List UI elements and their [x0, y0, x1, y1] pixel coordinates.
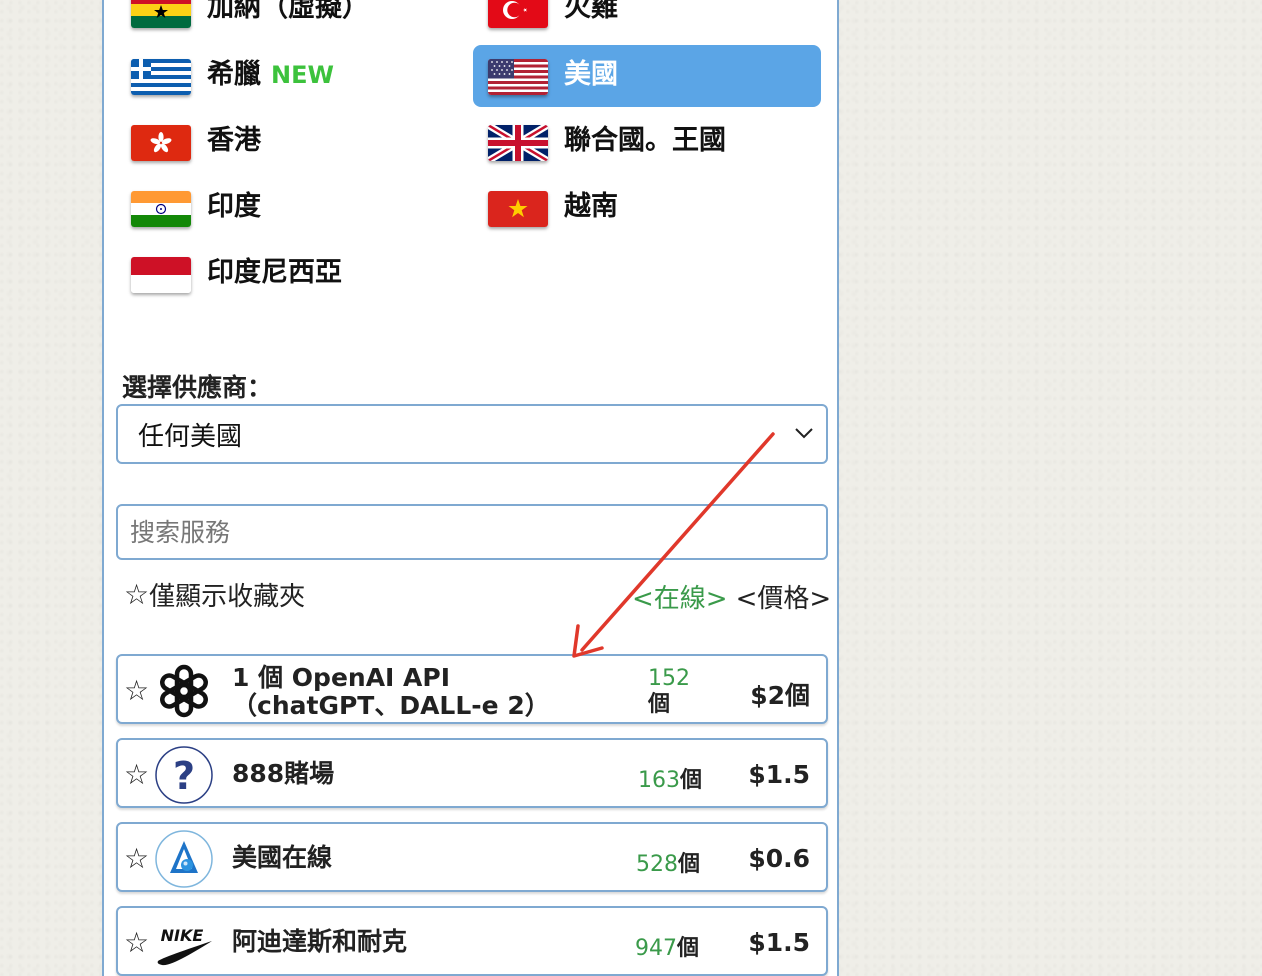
vietnam-flag-icon: [488, 191, 548, 227]
new-badge: NEW: [271, 61, 334, 89]
svg-text:?: ?: [173, 754, 195, 798]
country-label: 加納（虛擬）: [207, 0, 369, 23]
hongkong-flag-icon: [131, 125, 191, 161]
greece-flag-icon: [131, 59, 191, 95]
turkey-flag-icon: [488, 0, 548, 28]
ghana-flag-icon: [131, 0, 191, 28]
country-india[interactable]: 印度: [116, 177, 464, 239]
service-row[interactable]: ☆ NIKE 阿迪達斯和耐克 947個 $1.5: [116, 906, 828, 976]
aol-logo-icon: [154, 829, 214, 889]
service-name: 888賭場: [232, 759, 335, 788]
service-count: 163個: [638, 768, 703, 793]
country-label: 香港: [207, 125, 261, 156]
india-flag-icon: [131, 191, 191, 227]
openai-logo-icon: [154, 661, 214, 721]
country-vietnam[interactable]: 越南: [473, 177, 821, 239]
nike-logo-icon: NIKE: [154, 913, 214, 973]
service-row[interactable]: ☆ 1 個 OpenAI API（chatGPT、DALL-e 2） 152 個 …: [116, 654, 828, 724]
country-label: 火雞: [564, 0, 618, 23]
country-label: 希臘 NEW: [207, 59, 334, 90]
country-usa[interactable]: 美國: [473, 45, 821, 107]
service-price: $2個: [750, 681, 810, 710]
service-row[interactable]: ☆ ? 888賭場 163個 $1.5: [116, 738, 828, 808]
star-outline-icon: ☆: [124, 577, 150, 611]
country-indonesia[interactable]: 印度尼西亞: [116, 243, 464, 305]
service-count: 152 個: [648, 666, 690, 717]
country-hongkong[interactable]: 香港: [116, 111, 464, 173]
star-outline-icon[interactable]: ☆: [124, 674, 149, 707]
favorites-filter-label: 僅顯示收藏夾: [149, 582, 306, 612]
service-name: 美國在線: [232, 843, 333, 872]
country-turkey[interactable]: 火雞: [473, 0, 821, 40]
service-price: $1.5: [748, 760, 810, 789]
country-label: 美國: [564, 59, 618, 90]
svg-text:NIKE: NIKE: [161, 926, 204, 945]
service-name: 阿迪達斯和耐克: [232, 927, 408, 956]
service-price: $1.5: [748, 928, 810, 957]
country-greece[interactable]: 希臘 NEW: [116, 45, 464, 107]
service-price: $0.6: [748, 844, 810, 873]
country-uk[interactable]: 聯合國。王國: [473, 111, 821, 173]
sort-price-link[interactable]: <價格>: [736, 584, 832, 614]
indonesia-flag-icon: [131, 257, 191, 293]
provider-select[interactable]: 任何美國: [116, 404, 828, 464]
search-input[interactable]: [116, 504, 828, 560]
sort-online-link[interactable]: <在線>: [632, 584, 728, 614]
country-label: 印度: [207, 191, 261, 222]
uk-flag-icon: [488, 125, 548, 161]
star-outline-icon[interactable]: ☆: [124, 758, 149, 791]
usa-flag-icon: [488, 59, 548, 95]
favorites-filter[interactable]: ☆ 僅顯示收藏夾: [124, 576, 305, 613]
country-ghana[interactable]: 加納（虛擬）: [116, 0, 464, 40]
country-label: 印度尼西亞: [207, 257, 342, 288]
service-count: 947個: [635, 936, 700, 961]
chevron-down-icon: [795, 428, 813, 439]
main-panel: 加納（虛擬） 火雞 希臘 NEW 美國 香港 聯合國。王國 印度 越南 印度尼西…: [102, 0, 839, 976]
service-name: 1 個 OpenAI API（chatGPT、DALL-e 2）: [232, 663, 550, 720]
country-label: 越南: [564, 191, 618, 222]
sort-links: <在線> <價格>: [632, 578, 831, 615]
service-count: 528個: [636, 852, 701, 877]
provider-label: 選擇供應商：: [122, 373, 273, 402]
star-outline-icon[interactable]: ☆: [124, 926, 149, 959]
star-outline-icon[interactable]: ☆: [124, 842, 149, 875]
service-row[interactable]: ☆ 美國在線 528個 $0.6: [116, 822, 828, 892]
provider-selected-value: 任何美國: [138, 421, 243, 452]
question-logo-icon: ?: [154, 745, 214, 805]
country-label: 聯合國。王國: [564, 125, 726, 156]
